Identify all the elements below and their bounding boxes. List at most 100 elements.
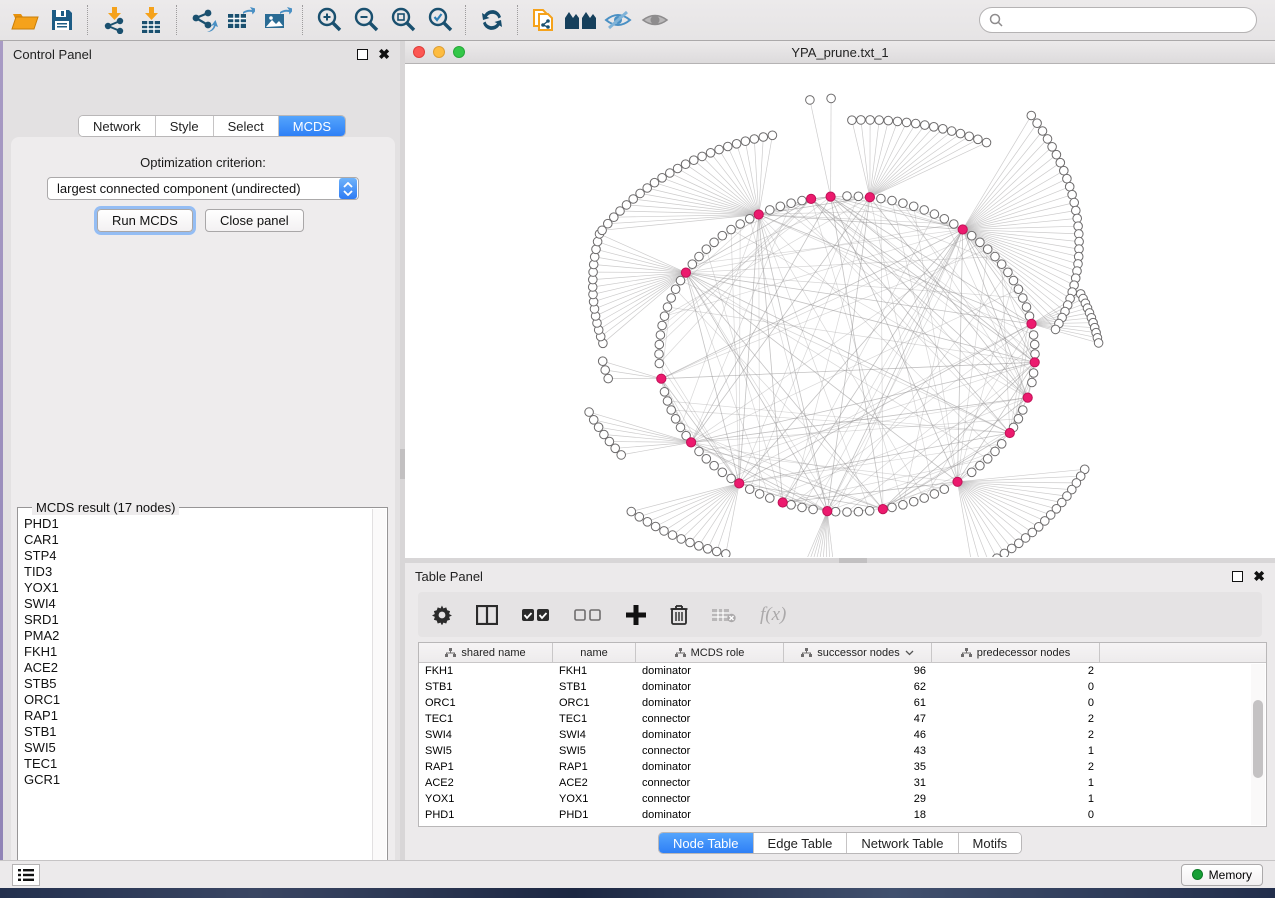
tab-mcds[interactable]: MCDS: [279, 116, 345, 136]
result-node[interactable]: SWI5: [24, 740, 371, 756]
node-table: shared namenameMCDS rolesuccessor nodesp…: [418, 642, 1267, 827]
deselect-all-rows-button[interactable]: [574, 608, 602, 622]
table-cell: ACE2: [553, 777, 636, 789]
export-table-button[interactable]: [221, 3, 258, 37]
tab-style[interactable]: Style: [156, 116, 214, 136]
table-cell: dominator: [636, 697, 784, 709]
save-session-button[interactable]: [43, 3, 80, 37]
search-input[interactable]: [1004, 13, 1256, 27]
table-scrollbar[interactable]: [1251, 664, 1265, 825]
sort-desc-icon: [905, 650, 914, 656]
tab-edge-table[interactable]: Edge Table: [754, 833, 848, 853]
trash-icon: [670, 604, 688, 625]
table-row[interactable]: ACE2ACE2connector311: [419, 775, 1266, 791]
refresh-button[interactable]: [473, 3, 510, 37]
export-network-button[interactable]: [184, 3, 221, 37]
mcds-result-list[interactable]: PHD1CAR1STP4TID3YOX1SWI4SRD1PMA2FKH1ACE2…: [20, 516, 371, 876]
import-network-button[interactable]: [95, 3, 132, 37]
table-panel-float-button[interactable]: [1232, 571, 1243, 582]
result-node[interactable]: FKH1: [24, 644, 371, 660]
hide-selected-button[interactable]: [599, 3, 636, 37]
result-node[interactable]: STB5: [24, 676, 371, 692]
table-cell: FKH1: [553, 665, 636, 677]
clone-network-button[interactable]: [525, 3, 562, 37]
table-settings-button[interactable]: [432, 605, 452, 625]
result-node[interactable]: PMA2: [24, 628, 371, 644]
show-columns-button[interactable]: [476, 605, 498, 625]
first-neighbors-button[interactable]: [562, 3, 599, 37]
control-panel-close-button[interactable]: ✖: [378, 47, 390, 61]
criterion-select[interactable]: largest connected component (undirected): [47, 177, 359, 200]
table-panel-close-button[interactable]: ✖: [1253, 569, 1265, 583]
result-node[interactable]: SWI4: [24, 596, 371, 612]
task-history-button[interactable]: [12, 864, 40, 886]
table-row[interactable]: ORC1ORC1dominator610: [419, 695, 1266, 711]
table-cell: ACE2: [419, 777, 553, 789]
network-title: YPA_prune.txt_1: [405, 45, 1275, 60]
result-node[interactable]: ORC1: [24, 692, 371, 708]
save-floppy-icon: [50, 8, 74, 32]
run-mcds-button[interactable]: Run MCDS: [97, 209, 193, 232]
result-node[interactable]: TEC1: [24, 756, 371, 772]
table-row[interactable]: FKH1FKH1dominator962: [419, 663, 1266, 679]
table-cell: YOX1: [419, 793, 553, 805]
table-cell: PHD1: [553, 809, 636, 821]
result-node[interactable]: STP4: [24, 548, 371, 564]
tab-node-table[interactable]: Node Table: [659, 833, 754, 853]
export-image-button[interactable]: [258, 3, 295, 37]
search-icon: [988, 12, 1004, 28]
table-row[interactable]: SWI5SWI5connector431: [419, 743, 1266, 759]
result-scrollbar[interactable]: [372, 509, 386, 877]
add-column-button[interactable]: [626, 605, 646, 625]
zoom-fit-button[interactable]: [384, 3, 421, 37]
table-row[interactable]: PHD1PHD1dominator180: [419, 807, 1266, 823]
tab-motifs[interactable]: Motifs: [959, 833, 1022, 853]
result-node[interactable]: PHD1: [24, 516, 371, 532]
table-row[interactable]: SWI4SWI4dominator462: [419, 727, 1266, 743]
table-row[interactable]: TEC1TEC1connector472: [419, 711, 1266, 727]
zoom-in-button[interactable]: [310, 3, 347, 37]
result-node[interactable]: CAR1: [24, 532, 371, 548]
result-node[interactable]: YOX1: [24, 580, 371, 596]
memory-button[interactable]: Memory: [1181, 864, 1263, 886]
control-panel-float-button[interactable]: [357, 49, 368, 60]
table-scrollbar-thumb[interactable]: [1253, 700, 1263, 778]
select-all-rows-button[interactable]: [522, 608, 550, 622]
result-node[interactable]: STB1: [24, 724, 371, 740]
table-cell: 96: [784, 665, 932, 677]
tab-network-table[interactable]: Network Table: [847, 833, 958, 853]
tab-network[interactable]: Network: [79, 116, 156, 136]
search-box[interactable]: [979, 7, 1257, 33]
table-cell: dominator: [636, 761, 784, 773]
table-cell: SWI5: [419, 745, 553, 757]
column-header-MCDS-role[interactable]: MCDS role: [636, 643, 784, 663]
column-header-predecessor-nodes[interactable]: predecessor nodes: [932, 643, 1100, 663]
column-header-successor-nodes[interactable]: successor nodes: [784, 643, 932, 663]
close-panel-button[interactable]: Close panel: [205, 209, 304, 232]
open-file-button[interactable]: [6, 3, 43, 37]
table-row[interactable]: STB1STB1dominator620: [419, 679, 1266, 695]
table-row[interactable]: RAP1RAP1dominator352: [419, 759, 1266, 775]
result-node[interactable]: RAP1: [24, 708, 371, 724]
table-cell: 46: [784, 729, 932, 741]
result-node[interactable]: GCR1: [24, 772, 371, 788]
zoom-out-button[interactable]: [347, 3, 384, 37]
table-cell: connector: [636, 713, 784, 725]
table-row[interactable]: YOX1YOX1connector291: [419, 791, 1266, 807]
column-header-shared-name[interactable]: shared name: [419, 643, 553, 663]
import-table-button[interactable]: [132, 3, 169, 37]
gear-icon: [432, 605, 452, 625]
column-header-name[interactable]: name: [553, 643, 636, 663]
network-canvas[interactable]: [405, 64, 1275, 557]
delete-column-button[interactable]: [670, 604, 688, 625]
result-node[interactable]: SRD1: [24, 612, 371, 628]
result-node[interactable]: ACE2: [24, 660, 371, 676]
zoom-selected-button[interactable]: [421, 3, 458, 37]
network-titlebar[interactable]: YPA_prune.txt_1: [405, 41, 1275, 64]
table-cell: dominator: [636, 729, 784, 741]
result-node[interactable]: TID3: [24, 564, 371, 580]
show-all-button[interactable]: [636, 3, 673, 37]
criterion-value: largest connected component (undirected): [48, 181, 339, 196]
tab-select[interactable]: Select: [214, 116, 279, 136]
network-nodes[interactable]: [585, 94, 1103, 557]
